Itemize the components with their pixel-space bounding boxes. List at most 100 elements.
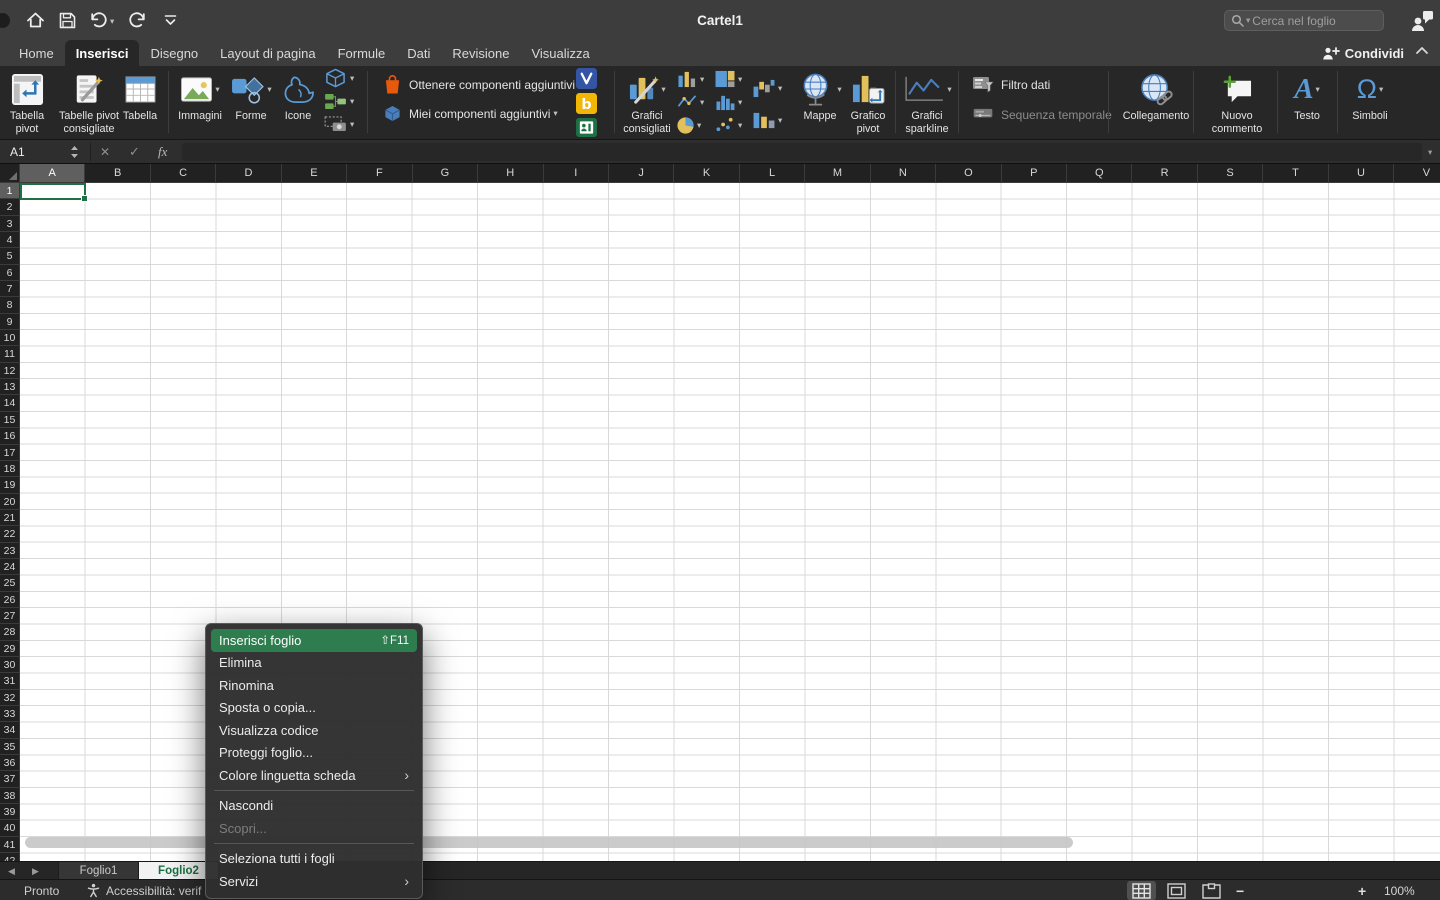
menu-item-seleziona-tutti-i-fogli[interactable]: Seleziona tutti i fogli: [211, 848, 417, 871]
column-header-g[interactable]: G: [413, 164, 478, 183]
images-button[interactable]: ▾ Immagini: [172, 68, 228, 123]
row-header-10[interactable]: 10: [0, 330, 19, 346]
home-toolbar-button[interactable]: [26, 11, 45, 29]
cancel-entry-button[interactable]: ✕: [100, 140, 110, 164]
row-header-18[interactable]: 18: [0, 461, 19, 477]
tab-layout-di-pagina[interactable]: Layout di pagina: [209, 40, 326, 66]
search-input[interactable]: [1252, 14, 1377, 28]
icons-button[interactable]: Icone: [276, 68, 320, 123]
page-break-view-button[interactable]: [1197, 881, 1226, 900]
smartart-button[interactable]: ▾: [324, 93, 354, 110]
row-header-38[interactable]: 38: [0, 788, 19, 804]
search-scope-dropdown[interactable]: ▾: [1246, 16, 1250, 25]
row-header-13[interactable]: 13: [0, 379, 19, 395]
row-header-34[interactable]: 34: [0, 722, 19, 738]
collapse-ribbon-button[interactable]: [1415, 46, 1429, 55]
visio-addin-button[interactable]: [576, 68, 597, 89]
pie-chart-button[interactable]: ▾: [676, 116, 701, 135]
row-header-16[interactable]: 16: [0, 428, 19, 444]
column-header-k[interactable]: K: [674, 164, 739, 183]
link-button[interactable]: Collegamento: [1124, 68, 1188, 123]
row-header-32[interactable]: 32: [0, 690, 19, 706]
row-header-37[interactable]: 37: [0, 771, 19, 787]
menu-item-servizi[interactable]: Servizi›: [211, 870, 417, 893]
row-header-19[interactable]: 19: [0, 477, 19, 493]
line-chart-button[interactable]: ▾: [676, 93, 704, 111]
my-addins-button[interactable]: Miei componenti aggiuntivi ▾: [384, 105, 558, 122]
column-header-q[interactable]: Q: [1067, 164, 1132, 183]
recommended-charts-button[interactable]: ▾ Grafici consigliati: [618, 68, 676, 135]
row-header-27[interactable]: 27: [0, 608, 19, 624]
row-header-39[interactable]: 39: [0, 804, 19, 820]
row-header-33[interactable]: 33: [0, 706, 19, 722]
row-header-6[interactable]: 6: [0, 265, 19, 281]
row-header-30[interactable]: 30: [0, 657, 19, 673]
name-box-stepper[interactable]: [70, 140, 79, 164]
row-header-20[interactable]: 20: [0, 494, 19, 510]
sparklines-button[interactable]: ▾ Grafici sparkline: [898, 68, 956, 135]
column-chart-button[interactable]: ▾: [676, 70, 704, 88]
menu-item-proteggi-foglio[interactable]: Proteggi foglio...: [211, 742, 417, 765]
menu-item-inserisci-foglio[interactable]: Inserisci foglio⇧F11: [211, 629, 417, 652]
column-header-v[interactable]: V: [1394, 164, 1440, 183]
row-header-17[interactable]: 17: [0, 445, 19, 461]
select-all-button[interactable]: [0, 164, 20, 183]
menu-item-visualizza-codice[interactable]: Visualizza codice: [211, 719, 417, 742]
column-header-r[interactable]: R: [1132, 164, 1197, 183]
column-header-t[interactable]: T: [1263, 164, 1328, 183]
column-header-e[interactable]: E: [282, 164, 347, 183]
row-header-29[interactable]: 29: [0, 641, 19, 657]
row-header-9[interactable]: 9: [0, 314, 19, 330]
row-header-35[interactable]: 35: [0, 739, 19, 755]
column-header-m[interactable]: M: [805, 164, 870, 183]
column-header-f[interactable]: F: [347, 164, 412, 183]
row-header-36[interactable]: 36: [0, 755, 19, 771]
row-header-22[interactable]: 22: [0, 526, 19, 542]
screenshot-button[interactable]: ▾: [324, 116, 354, 132]
row-header-4[interactable]: 4: [0, 232, 19, 248]
slicer-button[interactable]: Filtro dati: [972, 76, 1050, 93]
row-header-7[interactable]: 7: [0, 281, 19, 297]
column-header-c[interactable]: C: [151, 164, 216, 183]
row-header-14[interactable]: 14: [0, 395, 19, 411]
row-header-3[interactable]: 3: [0, 216, 19, 232]
row-header-42[interactable]: 42: [0, 853, 19, 861]
tab-visualizza[interactable]: Visualizza: [520, 40, 600, 66]
column-header-n[interactable]: N: [871, 164, 936, 183]
page-layout-view-button[interactable]: [1162, 881, 1191, 900]
horizontal-scrollbar[interactable]: [25, 837, 1073, 848]
zoom-out-button[interactable]: −: [1236, 880, 1244, 900]
3d-models-button[interactable]: ▾: [324, 68, 354, 89]
pivot-chart-button[interactable]: Grafico pivot: [844, 68, 892, 135]
expand-formula-bar-button[interactable]: ▾: [1428, 140, 1432, 164]
histogram-button[interactable]: ▾: [714, 93, 742, 111]
row-header-41[interactable]: 41: [0, 837, 19, 853]
undo-button[interactable]: [88, 11, 108, 29]
formula-input[interactable]: [182, 143, 1422, 161]
scatter-button[interactable]: ▾: [714, 116, 742, 134]
fill-handle[interactable]: [81, 195, 88, 202]
menu-item-rinomina[interactable]: Rinomina: [211, 674, 417, 697]
column-header-i[interactable]: I: [544, 164, 609, 183]
people-graph-addin-button[interactable]: [576, 118, 597, 137]
row-header-11[interactable]: 11: [0, 346, 19, 362]
save-button[interactable]: [59, 12, 76, 29]
name-box[interactable]: A1: [10, 140, 25, 164]
row-header-31[interactable]: 31: [0, 673, 19, 689]
bing-addin-button[interactable]: b: [576, 93, 597, 114]
menu-item-sposta-o-copia[interactable]: Sposta o copia...: [211, 697, 417, 720]
prev-sheet-button[interactable]: ◀: [8, 862, 15, 880]
column-header-s[interactable]: S: [1198, 164, 1263, 183]
normal-view-button[interactable]: [1127, 881, 1156, 900]
waterfall-button[interactable]: ▾: [752, 79, 782, 98]
column-header-o[interactable]: O: [936, 164, 1001, 183]
column-header-u[interactable]: U: [1329, 164, 1394, 183]
column-header-l[interactable]: L: [740, 164, 805, 183]
redo-button[interactable]: [129, 11, 148, 29]
row-header-26[interactable]: 26: [0, 592, 19, 608]
treemap-button[interactable]: ▾: [714, 70, 742, 88]
maps-button[interactable]: ▾ Mappe: [794, 68, 846, 123]
menu-item-elimina[interactable]: Elimina: [211, 652, 417, 675]
shapes-button[interactable]: ▾ Forme: [226, 68, 276, 123]
row-header-12[interactable]: 12: [0, 363, 19, 379]
